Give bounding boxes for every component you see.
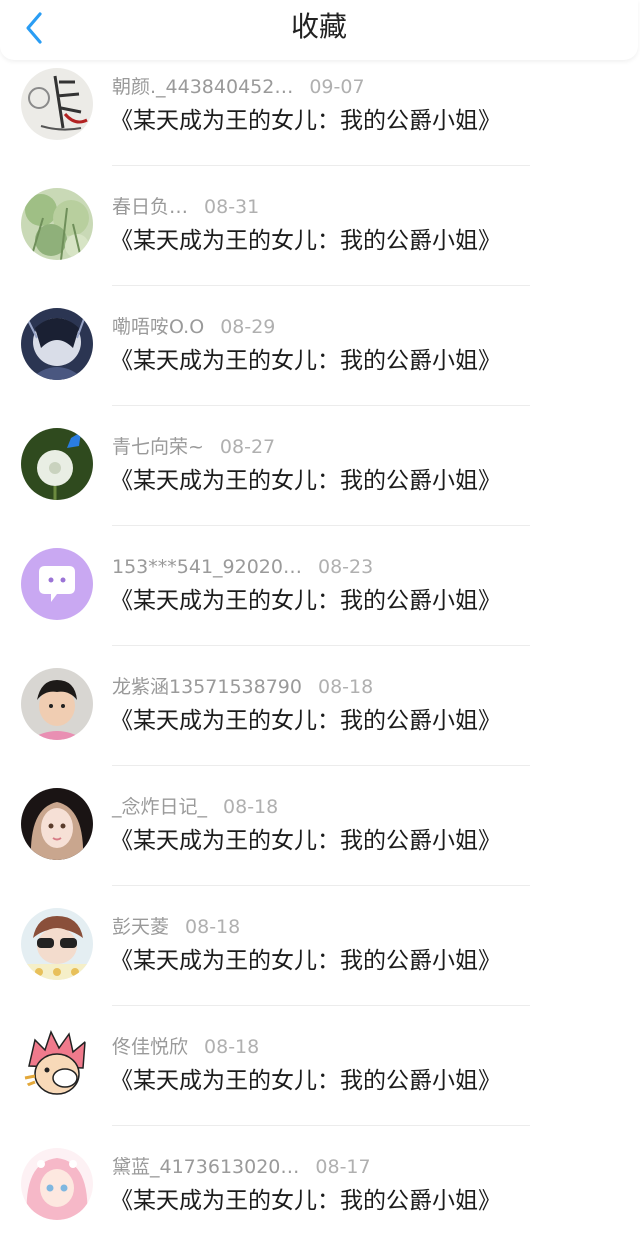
dark-character-avatar[interactable] xyxy=(21,308,93,380)
anime-pink-hair-avatar[interactable] xyxy=(21,1028,93,1100)
date: 08-31 xyxy=(204,196,260,218)
date: 08-23 xyxy=(317,556,374,578)
book-title[interactable]: 《某天成为王的女儿：我的公爵小姐》 xyxy=(110,824,501,858)
username[interactable]: 彭天菱 xyxy=(112,916,169,938)
top-nav-bar: 收藏 xyxy=(0,0,638,60)
book-title[interactable]: 《某天成为王的女儿：我的公爵小姐》 xyxy=(110,1064,501,1098)
date: 08-18 xyxy=(317,676,374,698)
child-photo-avatar[interactable] xyxy=(21,668,93,740)
item-meta: 朝颜._443840452… 09-07 xyxy=(112,72,365,102)
username[interactable]: 春日负… xyxy=(112,196,188,218)
calligraphy-avatar[interactable] xyxy=(21,68,93,140)
item-meta: 黛蓝_4173613020… 08-17 xyxy=(112,1152,371,1182)
username[interactable]: 朝颜._443840452… xyxy=(112,76,293,98)
list-item[interactable]: 朝颜._443840452… 09-07 《某天成为王的女儿：我的公爵小姐》 xyxy=(0,46,640,166)
sunglasses-avatar[interactable] xyxy=(21,908,93,980)
username[interactable]: 青七向荣~ xyxy=(112,436,204,458)
date: 08-27 xyxy=(219,436,276,458)
item-meta: 153***541_92020… 08-23 xyxy=(112,552,373,582)
date: 08-18 xyxy=(185,916,241,938)
date: 08-18 xyxy=(204,1036,260,1058)
username[interactable]: 嘞唔咹O.O xyxy=(112,316,204,338)
book-title[interactable]: 《某天成为王的女儿：我的公爵小姐》 xyxy=(110,1184,501,1218)
date: 09-07 xyxy=(309,76,365,98)
list-item[interactable]: 龙紫涵13571538790 08-18 《某天成为王的女儿：我的公爵小姐》 xyxy=(0,646,640,766)
date: 08-18 xyxy=(223,796,279,818)
favorites-list: 朝颜._443840452… 09-07 《某天成为王的女儿：我的公爵小姐》 春日… xyxy=(0,46,640,1246)
anime-girl-avatar[interactable] xyxy=(21,1148,93,1220)
username[interactable]: _念炸日记_ xyxy=(112,796,207,818)
book-title[interactable]: 《某天成为王的女儿：我的公爵小姐》 xyxy=(110,704,501,738)
dandelion-avatar[interactable] xyxy=(21,428,93,500)
doll-photo-avatar[interactable] xyxy=(21,788,93,860)
date: 08-29 xyxy=(220,316,276,338)
book-title[interactable]: 《某天成为王的女儿：我的公爵小姐》 xyxy=(110,584,501,618)
list-item[interactable]: 彭天菱 08-18 《某天成为王的女儿：我的公爵小姐》 xyxy=(0,886,640,1006)
item-meta: 嘞唔咹O.O 08-29 xyxy=(112,312,275,342)
item-meta: 龙紫涵13571538790 08-18 xyxy=(112,672,373,702)
book-title[interactable]: 《某天成为王的女儿：我的公爵小姐》 xyxy=(110,464,501,498)
list-item[interactable]: 嘞唔咹O.O 08-29 《某天成为王的女儿：我的公爵小姐》 xyxy=(0,286,640,406)
list-item[interactable]: _念炸日记_ 08-18 《某天成为王的女儿：我的公爵小姐》 xyxy=(0,766,640,886)
item-meta: _念炸日记_ 08-18 xyxy=(112,792,278,822)
username[interactable]: 153***541_92020… xyxy=(112,556,302,578)
date: 08-17 xyxy=(315,1156,371,1178)
list-item[interactable]: 黛蓝_4173613020… 08-17 《某天成为王的女儿：我的公爵小姐》 xyxy=(0,1126,640,1246)
username[interactable]: 龙紫涵13571538790 xyxy=(112,676,302,698)
book-title[interactable]: 《某天成为王的女儿：我的公爵小姐》 xyxy=(110,224,501,258)
list-item[interactable]: 春日负… 08-31 《某天成为王的女儿：我的公爵小姐》 xyxy=(0,166,640,286)
book-title[interactable]: 《某天成为王的女儿：我的公爵小姐》 xyxy=(110,944,501,978)
list-item[interactable]: 青七向荣~ 08-27 《某天成为王的女儿：我的公爵小姐》 xyxy=(0,406,640,526)
username[interactable]: 佟佳悦欣 xyxy=(112,1036,188,1058)
default-chat-bubble-avatar[interactable] xyxy=(21,548,93,620)
book-title[interactable]: 《某天成为王的女儿：我的公爵小姐》 xyxy=(110,104,501,138)
username[interactable]: 黛蓝_4173613020… xyxy=(112,1156,299,1178)
item-meta: 彭天菱 08-18 xyxy=(112,912,240,942)
item-meta: 青七向荣~ 08-27 xyxy=(112,432,275,462)
book-title[interactable]: 《某天成为王的女儿：我的公爵小姐》 xyxy=(110,344,501,378)
list-item[interactable]: 佟佳悦欣 08-18 《某天成为王的女儿：我的公爵小姐》 xyxy=(0,1006,640,1126)
item-meta: 佟佳悦欣 08-18 xyxy=(112,1032,259,1062)
green-plants-avatar[interactable] xyxy=(21,188,93,260)
item-meta: 春日负… 08-31 xyxy=(112,192,259,222)
list-item[interactable]: 153***541_92020… 08-23 《某天成为王的女儿：我的公爵小姐》 xyxy=(0,526,640,646)
page-title: 收藏 xyxy=(290,10,347,43)
